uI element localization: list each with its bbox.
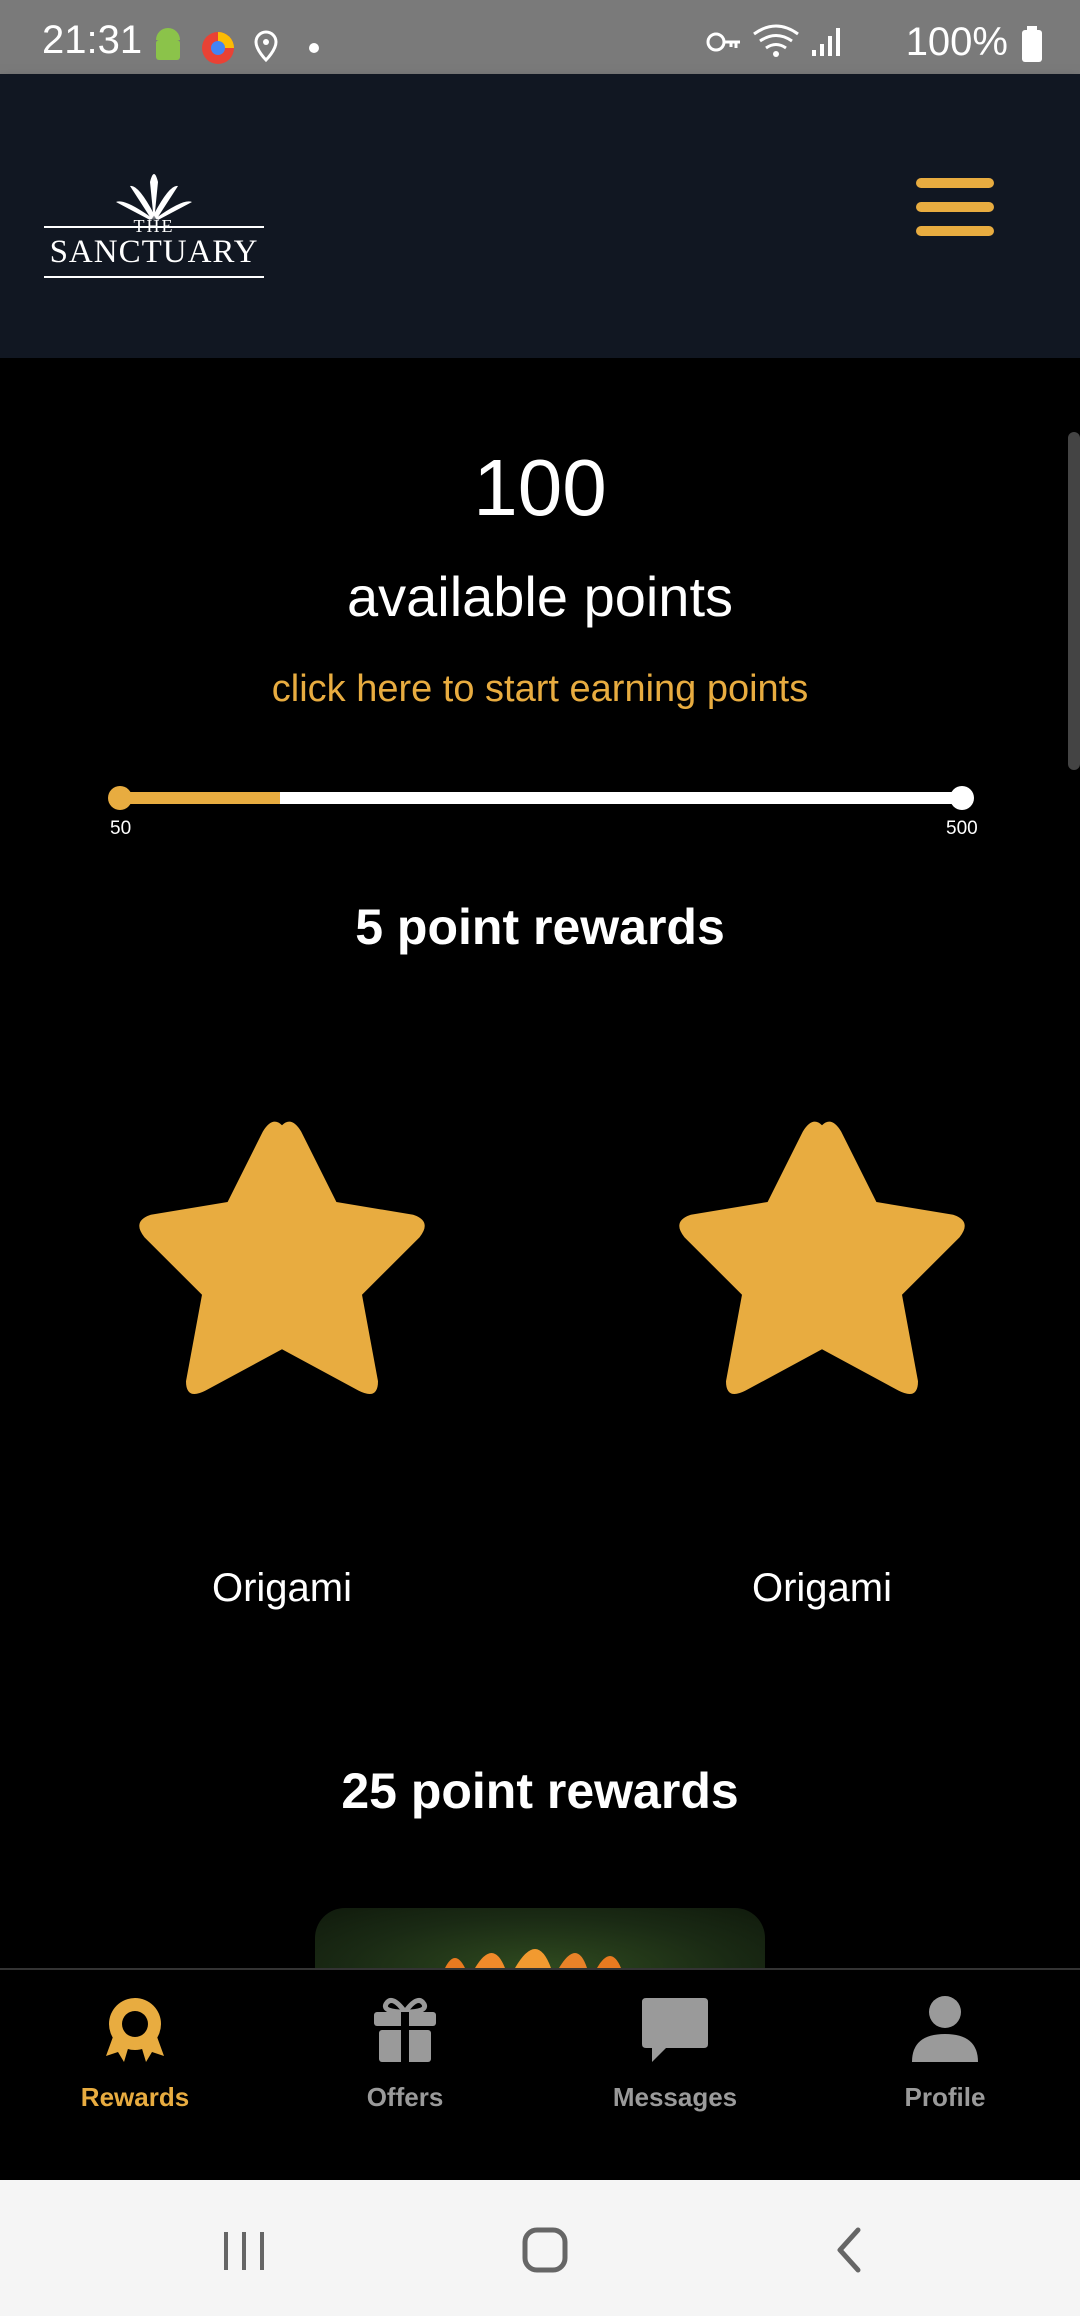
home-icon (522, 2227, 568, 2273)
points-label: available points (346, 565, 734, 628)
points-progress-bar (108, 786, 974, 810)
start-earning-link[interactable]: click here to start earning points (0, 668, 1080, 711)
battery-percentage: 100% (905, 20, 1008, 64)
progress-fill (120, 792, 280, 804)
home-button[interactable] (485, 2214, 605, 2286)
reward-card[interactable]: Origami (112, 1106, 452, 1626)
nav-label: Messages (612, 2082, 738, 2112)
logo-name: SANCTUARY (49, 234, 259, 270)
message-icon (642, 1998, 708, 2062)
system-navigation-bar (0, 2180, 1080, 2316)
reward-name: Origami (751, 1566, 893, 1610)
hamburger-menu-button[interactable] (910, 170, 1000, 250)
progress-start-marker (108, 786, 132, 810)
sanctuary-logo[interactable]: THE SANCTUARY (44, 164, 264, 344)
progress-end-marker (950, 786, 974, 810)
vpn-key-icon (706, 32, 740, 52)
recent-apps-icon (224, 2232, 264, 2270)
nav-label: Offers (366, 2082, 444, 2112)
reward-card[interactable]: Origami (652, 1106, 992, 1626)
back-icon (837, 2227, 861, 2273)
connectivity-icons (706, 24, 840, 57)
nav-profile[interactable]: Profile (810, 1970, 1080, 2182)
android-icon (156, 28, 180, 60)
section-title-5-points: 5 point rewards (355, 899, 725, 955)
logo-underline (44, 276, 264, 278)
leaf-logo-icon (116, 174, 192, 222)
battery-icon (1022, 26, 1042, 62)
nav-offers[interactable]: Offers (270, 1970, 540, 2182)
status-bar: 21:31 100% (0, 0, 1080, 74)
progress-min-label: 50 (110, 818, 132, 839)
status-time: 21:31 (42, 18, 143, 62)
browser-icon (202, 32, 234, 64)
section-title-25-points: 25 point rewards (341, 1763, 739, 1819)
nav-label: Rewards (80, 2082, 190, 2112)
nav-messages[interactable]: Messages (540, 1970, 810, 2182)
notification-icons (156, 28, 319, 64)
recent-apps-button[interactable] (184, 2214, 304, 2286)
flower-image (445, 1949, 621, 1968)
gift-icon (374, 1997, 436, 2062)
bottom-navigation: Rewards Offers Messages Profile (0, 1968, 1080, 2182)
app-header: THE SANCTUARY (0, 74, 1080, 358)
reward-name: Origami (211, 1566, 353, 1610)
star-icon (679, 1121, 965, 1394)
notification-dot-icon (309, 43, 319, 53)
wifi-icon (753, 24, 799, 57)
hamburger-menu-icon (916, 178, 994, 236)
signal-icon (812, 28, 840, 56)
award-icon (106, 1998, 164, 2062)
progress-max-label: 500 (946, 818, 978, 839)
star-icon (139, 1121, 425, 1394)
location-icon (254, 30, 278, 63)
person-icon (912, 1996, 978, 2062)
nav-label: Profile (904, 2082, 986, 2112)
back-button[interactable] (788, 2214, 908, 2286)
points-value: 100 (473, 443, 607, 532)
nav-rewards[interactable]: Rewards (0, 1970, 270, 2182)
reward-image[interactable] (315, 1908, 765, 1968)
